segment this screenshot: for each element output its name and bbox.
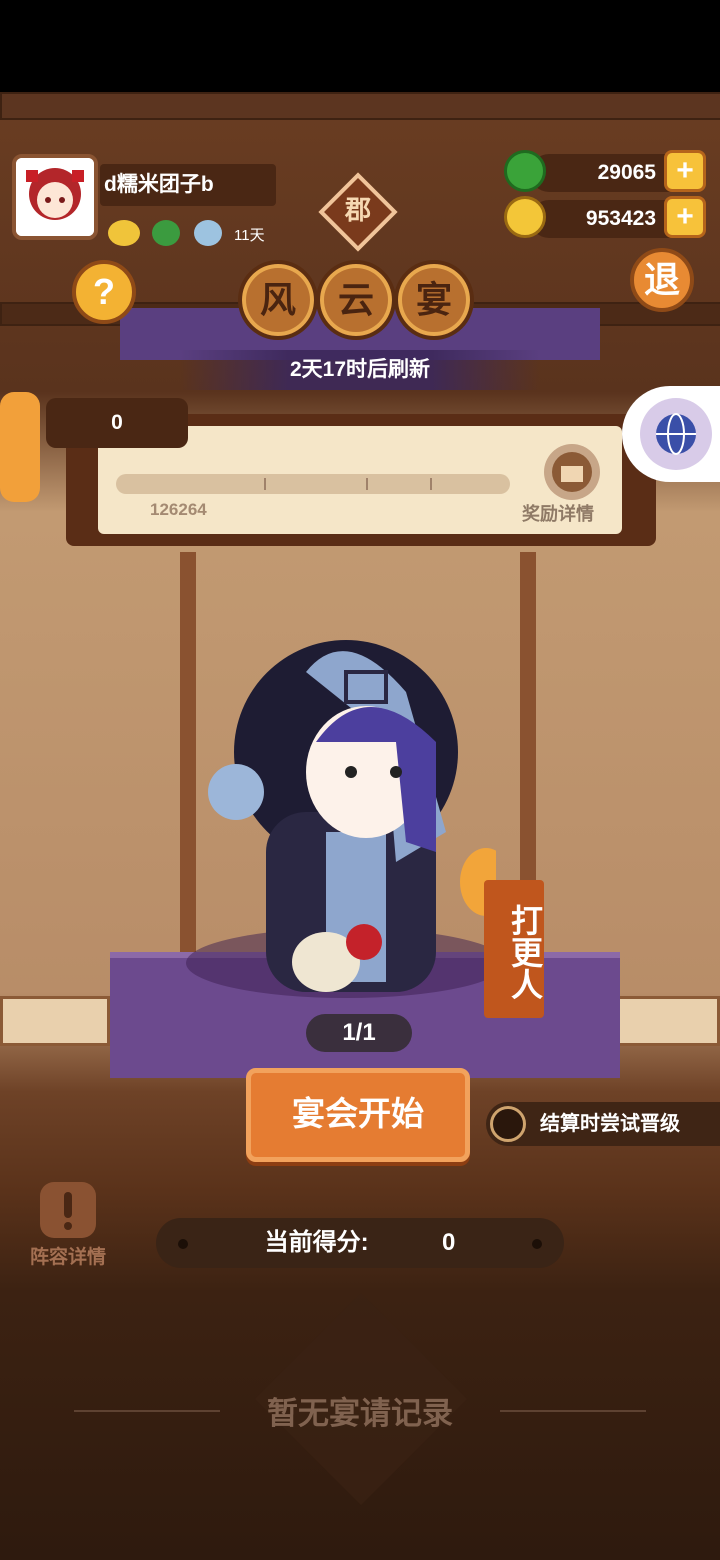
- lineup-details-button[interactable]: 阵容详情: [20, 1182, 116, 1269]
- character-nametag: 打更人: [484, 880, 544, 1018]
- gold-coin-icon: [504, 196, 546, 238]
- exclamation-icon: [40, 1182, 96, 1238]
- start-banquet-button[interactable]: 宴会开始: [246, 1068, 470, 1162]
- status-bar: [0, 0, 720, 92]
- coin-value: 953423: [585, 207, 656, 230]
- banquet-screen: d糯米团子b 11天 郡 29065 + 953423 + ? 退 风 云 宴 …: [0, 92, 720, 1560]
- coin-status-icon: [108, 220, 140, 246]
- character-watchman[interactable]: [196, 632, 496, 1002]
- roof-beam: [0, 92, 720, 120]
- player-avatar[interactable]: [12, 154, 98, 240]
- help-button[interactable]: ?: [72, 260, 136, 324]
- coin-counter: 953423 +: [504, 196, 706, 238]
- region-badge: 郡: [344, 195, 371, 225]
- promote-checkbox[interactable]: [490, 1106, 526, 1142]
- lineup-details-label: 阵容详情: [29, 1247, 106, 1268]
- jade-value: 29065: [597, 161, 656, 184]
- milestone-value: 126264: [150, 500, 207, 519]
- title-char-3: 宴: [394, 260, 474, 340]
- promote-label: 结算时尝试晋级: [540, 1113, 680, 1135]
- jade-coin-icon: [504, 150, 546, 192]
- add-jade-button[interactable]: +: [664, 150, 706, 192]
- title-char-2: 云: [316, 260, 396, 340]
- empty-records-text: 暂无宴请记录: [267, 1396, 453, 1431]
- question-icon: ?: [93, 271, 115, 312]
- current-score-value: 0: [441, 1229, 456, 1256]
- character-count: 1/1: [306, 1014, 412, 1052]
- globe-icon: [640, 398, 712, 470]
- jade-status-icon: [152, 220, 180, 246]
- current-score-label: 当前得分:: [264, 1229, 369, 1256]
- side-float-button[interactable]: [622, 386, 720, 482]
- current-score-bar: 当前得分: 0: [156, 1218, 564, 1268]
- refresh-timer: 2天17时后刷新: [180, 350, 540, 390]
- promote-toggle[interactable]: 结算时尝试晋级: [486, 1102, 720, 1146]
- player-name: d糯米团子b: [100, 164, 276, 206]
- title-char-1: 风: [238, 260, 318, 340]
- score-tab: 0: [46, 398, 188, 448]
- exit-button[interactable]: 退: [630, 248, 694, 312]
- lantern-left: [0, 392, 40, 502]
- score-progress-bar: [116, 474, 510, 494]
- exit-icon: 退: [643, 259, 680, 300]
- bowl-status-icon: [194, 220, 222, 246]
- pillar-left: [180, 552, 196, 972]
- add-coin-button[interactable]: +: [664, 196, 706, 238]
- status-days: 11天: [234, 227, 265, 244]
- gift-box-icon: [544, 444, 600, 500]
- reward-details-label: 奖励详情: [522, 504, 594, 524]
- jade-counter: 29065 +: [504, 150, 706, 192]
- table-left: [0, 996, 110, 1046]
